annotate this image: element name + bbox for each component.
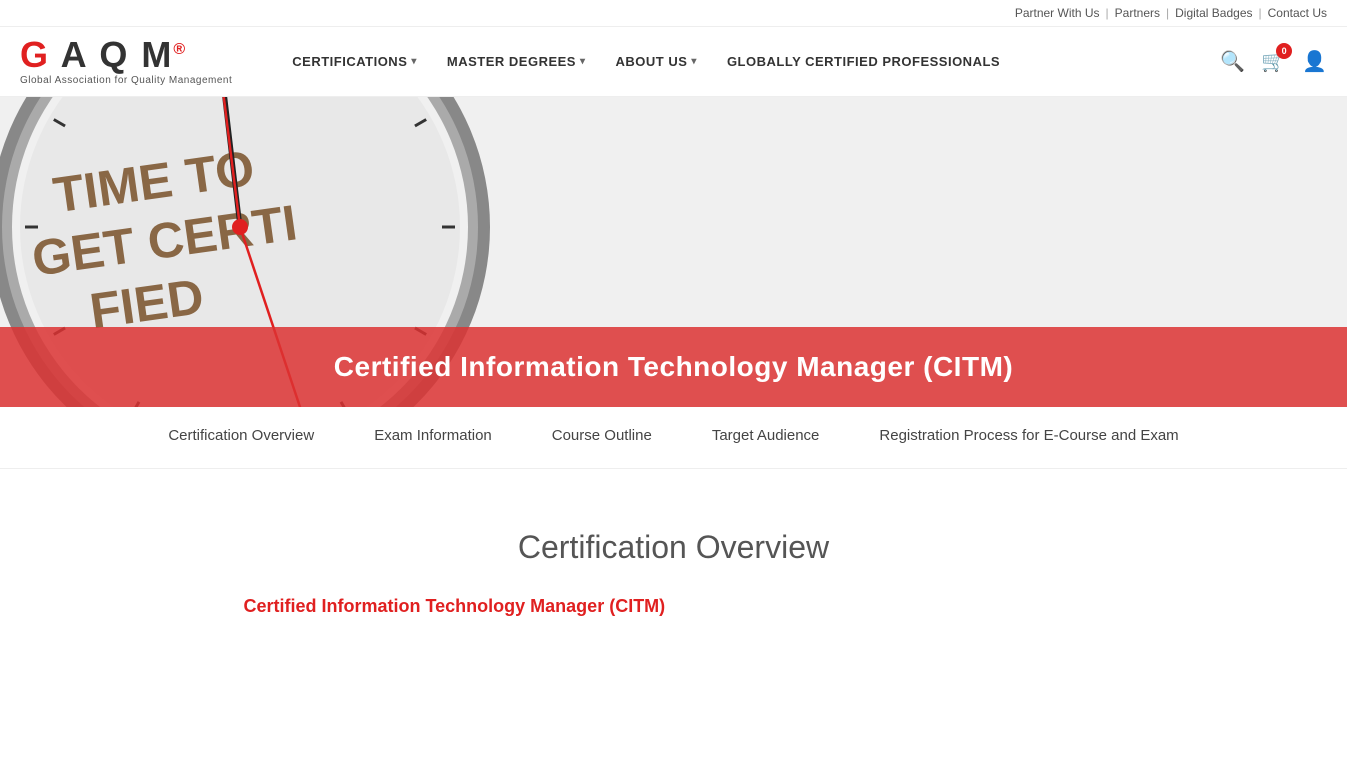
hero-title: Certified Information Technology Manager… — [334, 351, 1013, 383]
sep3: | — [1259, 6, 1262, 20]
chevron-down-icon: ▾ — [411, 56, 417, 67]
tab-registration[interactable]: Registration Process for E-Course and Ex… — [879, 427, 1178, 448]
tab-certification-overview[interactable]: Certification Overview — [168, 427, 314, 448]
hero-red-band: Certified Information Technology Manager… — [0, 327, 1347, 407]
partner-with-us-link[interactable]: Partner With Us — [1015, 6, 1100, 20]
account-button[interactable]: 👤 — [1302, 49, 1327, 74]
section-title: Certification Overview — [244, 529, 1104, 566]
section-subtitle: Certified Information Technology Manager… — [244, 596, 1104, 617]
cart-button[interactable]: 🛒 0 — [1261, 49, 1286, 74]
logo[interactable]: G A Q M® Global Association for Quality … — [20, 37, 232, 86]
nav-about-us[interactable]: ABOUT US ▾ — [616, 54, 697, 69]
tab-navigation: Certification Overview Exam Information … — [0, 407, 1347, 469]
sep2: | — [1166, 6, 1169, 20]
contact-us-link[interactable]: Contact Us — [1268, 6, 1327, 20]
nav-certifications[interactable]: CERTIFICATIONS ▾ — [292, 54, 417, 69]
hero-section: TIME TO GET CERTI FIED Certified Informa… — [0, 97, 1347, 407]
partners-link[interactable]: Partners — [1115, 6, 1160, 20]
user-icon: 👤 — [1302, 49, 1327, 74]
chevron-down-icon: ▾ — [691, 56, 697, 67]
nav-master-degrees[interactable]: MASTER DEGREES ▾ — [447, 54, 586, 69]
nav-icons: 🔍 🛒 0 👤 — [1220, 49, 1327, 74]
chevron-down-icon: ▾ — [580, 56, 586, 67]
search-button[interactable]: 🔍 — [1220, 49, 1245, 74]
nav-links: CERTIFICATIONS ▾ MASTER DEGREES ▾ ABOUT … — [292, 54, 1220, 69]
cart-badge: 0 — [1276, 43, 1292, 59]
top-bar: Partner With Us | Partners | Digital Bad… — [0, 0, 1347, 27]
nav-globally-certified[interactable]: GLOBALLY CERTIFIED PROFESSIONALS — [727, 54, 1000, 69]
sep1: | — [1106, 6, 1109, 20]
tab-exam-information[interactable]: Exam Information — [374, 427, 492, 448]
search-icon: 🔍 — [1220, 49, 1245, 74]
tab-course-outline[interactable]: Course Outline — [552, 427, 652, 448]
logo-subtitle: Global Association for Quality Managemen… — [20, 75, 232, 86]
main-nav: G A Q M® Global Association for Quality … — [0, 27, 1347, 97]
logo-text: G A Q M® — [20, 37, 232, 73]
content-area: Certification Overview Certified Informa… — [224, 469, 1124, 657]
tab-target-audience[interactable]: Target Audience — [712, 427, 820, 448]
digital-badges-link[interactable]: Digital Badges — [1175, 6, 1252, 20]
